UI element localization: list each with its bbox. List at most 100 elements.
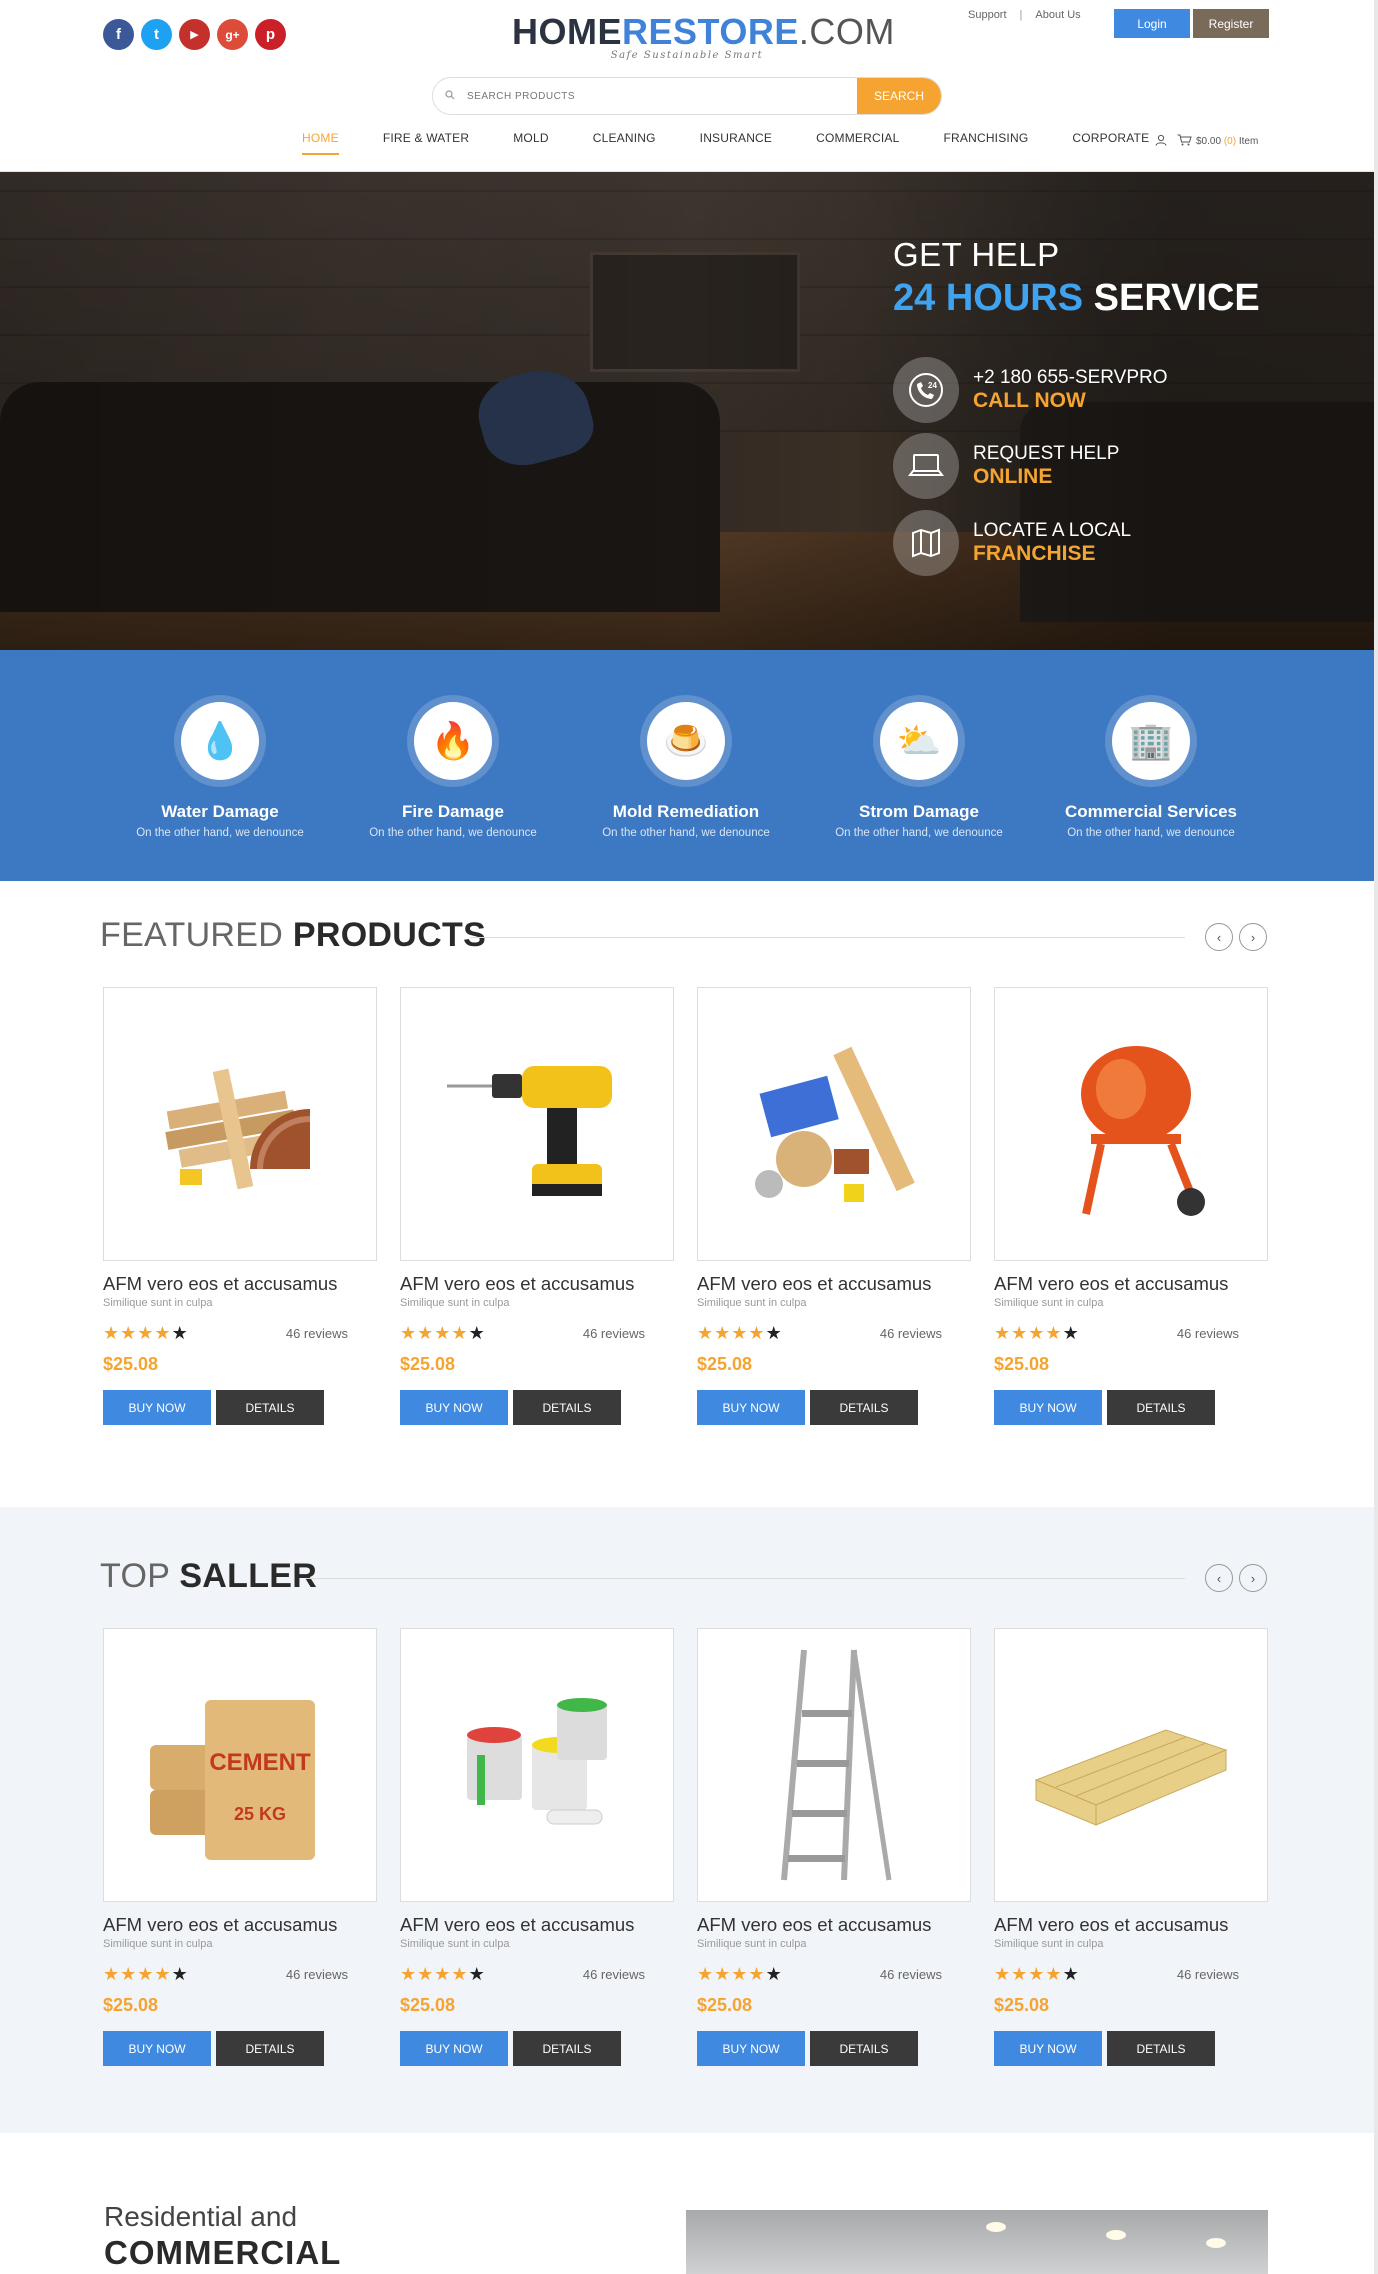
details-button[interactable]: DETAILS <box>216 1390 324 1425</box>
star-rating-icon: ★★★★★ <box>994 1323 1080 1344</box>
nav-item-insurance[interactable]: INSURANCE <box>700 131 772 155</box>
service-strom-damage[interactable]: ⛅ Strom Damage On the other hand, we denou… <box>824 695 1014 839</box>
review-count[interactable]: 46 reviews <box>1177 1967 1239 1982</box>
product-card: CEMENT 25 KG AFM vero eos et accusamus Simi… <box>103 1628 377 2066</box>
nav-item-cleaning[interactable]: CLEANING <box>593 131 656 155</box>
product-name[interactable]: AFM vero eos et accusamus <box>994 1914 1268 1936</box>
service-fire-damage[interactable]: 🔥 Fire Damage On the other hand, we denoun… <box>358 695 548 839</box>
help-item-call[interactable]: 24 +2 180 655-SERVPRO CALL NOW <box>893 357 1168 423</box>
product-rating: ★★★★★ 46 reviews <box>400 1323 645 1344</box>
help-item-online[interactable]: REQUEST HELP ONLINE <box>893 433 1119 499</box>
details-button[interactable]: DETAILS <box>513 1390 621 1425</box>
top-seller-section: TOP SALLER ‹ › CEMENT 25 KG AFM vero eos e… <box>0 1507 1378 2133</box>
product-price: $25.08 <box>697 1995 753 2015</box>
product-price: $25.08 <box>994 1354 1050 1374</box>
nav-item-home[interactable]: HOME <box>302 131 339 155</box>
star-icon: ★ <box>154 1964 172 1984</box>
hero-service-word: SERVICE <box>1093 277 1260 319</box>
cart-link[interactable]: $0.00 (0) Item <box>1177 134 1258 149</box>
details-button[interactable]: DETAILS <box>810 1390 918 1425</box>
nav-item-fire-water[interactable]: FIRE & WATER <box>383 131 469 155</box>
review-count[interactable]: 46 reviews <box>286 1967 348 1982</box>
twitter-icon[interactable]: t <box>141 19 172 50</box>
buy-now-button[interactable]: BUY NOW <box>103 2031 211 2066</box>
step-ladder-image[interactable] <box>697 1628 971 1902</box>
top-seller-next-arrow[interactable]: › <box>1239 1564 1267 1592</box>
search-input[interactable] <box>467 78 857 114</box>
service-title: Commercial Services <box>1065 802 1237 821</box>
google-plus-icon[interactable]: g+ <box>217 19 248 50</box>
nav-item-corporate[interactable]: CORPORATE <box>1072 131 1149 155</box>
service-mold-remediation[interactable]: 🍮 Mold Remediation On the other hand, we d… <box>591 695 781 839</box>
product-name[interactable]: AFM vero eos et accusamus <box>103 1273 377 1295</box>
login-button[interactable]: Login <box>1114 9 1190 38</box>
product-name[interactable]: AFM vero eos et accusamus <box>994 1273 1268 1295</box>
service-description: On the other hand, we denounce <box>1067 827 1235 839</box>
product-price: $25.08 <box>400 1995 456 2015</box>
logo-part-restore: RESTORE <box>622 11 799 52</box>
nav-item-mold[interactable]: MOLD <box>513 131 548 155</box>
product-subtitle: Similique sunt in culpa <box>994 1938 1104 1950</box>
product-name[interactable]: AFM vero eos et accusamus <box>103 1914 377 1936</box>
user-icon[interactable] <box>1155 134 1167 149</box>
cart-amount: $0.00 <box>1196 136 1222 147</box>
nav-item-commercial[interactable]: COMMERCIAL <box>816 131 899 155</box>
buy-now-button[interactable]: BUY NOW <box>400 1390 508 1425</box>
service-water-damage[interactable]: 💧 Water Damage On the other hand, we denou… <box>125 695 315 839</box>
buy-now-button[interactable]: BUY NOW <box>103 1390 211 1425</box>
facebook-icon[interactable]: f <box>103 19 134 50</box>
site-logo[interactable]: HOMERESTORE.COM Safe Sustainable Smart <box>512 11 894 62</box>
help-item-franchise[interactable]: LOCATE A LOCAL FRANCHISE <box>893 510 1131 576</box>
help-locate-label: LOCATE A LOCAL <box>973 520 1132 541</box>
cement-mixer-image[interactable] <box>994 987 1268 1261</box>
review-count[interactable]: 46 reviews <box>583 1326 645 1341</box>
product-name[interactable]: AFM vero eos et accusamus <box>697 1273 971 1295</box>
featured-next-arrow[interactable]: › <box>1239 923 1267 951</box>
page-scrollbar[interactable] <box>1374 0 1378 2274</box>
wood-planks-image[interactable] <box>103 987 377 1261</box>
details-button[interactable]: DETAILS <box>810 2031 918 2066</box>
youtube-icon[interactable]: ▶ <box>179 19 210 50</box>
details-button[interactable]: DETAILS <box>216 2031 324 2066</box>
cordless-drill-image[interactable] <box>400 987 674 1261</box>
featured-prev-arrow[interactable]: ‹ <box>1205 923 1233 951</box>
product-name[interactable]: AFM vero eos et accusamus <box>400 1273 674 1295</box>
product-name[interactable]: AFM vero eos et accusamus <box>697 1914 971 1936</box>
cement-bags-image[interactable]: CEMENT 25 KG <box>103 1628 377 1902</box>
building-materials-image[interactable] <box>697 987 971 1261</box>
buy-now-button[interactable]: BUY NOW <box>697 1390 805 1425</box>
support-link[interactable]: Support <box>968 9 1007 21</box>
product-price: $25.08 <box>103 1354 159 1374</box>
top-seller-prev-arrow[interactable]: ‹ <box>1205 1564 1233 1592</box>
service-commercial-services[interactable]: 🏢 Commercial Services On the other hand, w… <box>1056 695 1246 839</box>
search-button[interactable]: SEARCH <box>857 78 941 114</box>
details-button[interactable]: DETAILS <box>1107 2031 1215 2066</box>
phone-24-icon: 24 <box>893 357 959 423</box>
buy-now-button[interactable]: BUY NOW <box>400 2031 508 2066</box>
buy-now-button[interactable]: BUY NOW <box>994 1390 1102 1425</box>
about-us-link[interactable]: About Us <box>1035 9 1080 21</box>
product-rating: ★★★★★ 46 reviews <box>994 1323 1239 1344</box>
product-price: $25.08 <box>400 1354 456 1374</box>
star-icon: ★ <box>731 1323 749 1343</box>
lumber-stack-image[interactable] <box>994 1628 1268 1902</box>
nav-item-franchising[interactable]: FRANCHISING <box>943 131 1028 155</box>
buy-now-button[interactable]: BUY NOW <box>697 2031 805 2066</box>
product-name[interactable]: AFM vero eos et accusamus <box>400 1914 674 1936</box>
pinterest-icon[interactable]: p <box>255 19 286 50</box>
review-count[interactable]: 46 reviews <box>286 1326 348 1341</box>
review-count[interactable]: 46 reviews <box>880 1967 942 1982</box>
product-price: $25.08 <box>994 1995 1050 2015</box>
review-count[interactable]: 46 reviews <box>583 1967 645 1982</box>
review-count[interactable]: 46 reviews <box>880 1326 942 1341</box>
paint-cans-image[interactable] <box>400 1628 674 1902</box>
buy-now-button[interactable]: BUY NOW <box>994 2031 1102 2066</box>
service-description: On the other hand, we denounce <box>369 827 537 839</box>
register-button[interactable]: Register <box>1193 9 1269 38</box>
product-subtitle: Similique sunt in culpa <box>697 1938 807 1950</box>
logo-part-com: .COM <box>798 11 895 52</box>
service-description: On the other hand, we denounce <box>136 827 304 839</box>
review-count[interactable]: 46 reviews <box>1177 1326 1239 1341</box>
details-button[interactable]: DETAILS <box>1107 1390 1215 1425</box>
details-button[interactable]: DETAILS <box>513 2031 621 2066</box>
